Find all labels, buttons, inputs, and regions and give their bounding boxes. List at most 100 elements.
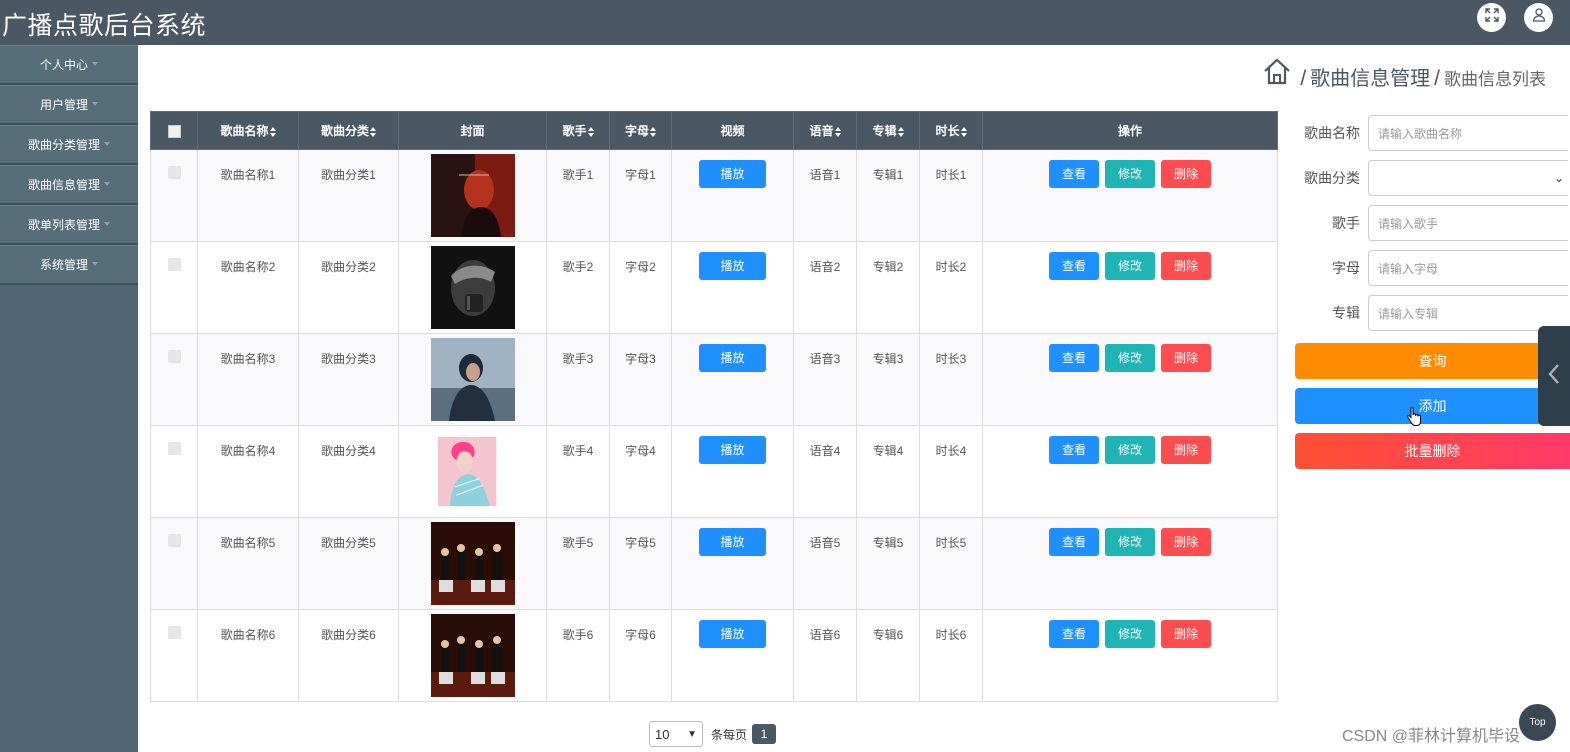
user-icon [1531,7,1547,28]
video-cell: 播放 [671,149,794,242]
song-category-select[interactable]: ⌄ [1368,160,1568,196]
add-button[interactable]: 添加 [1295,388,1570,424]
language-cell: 语音1 [793,149,857,242]
play-button[interactable]: 播放 [699,344,766,372]
row-checkbox[interactable] [167,534,181,547]
cover-image[interactable] [437,430,508,513]
page-size-value: 10 [655,726,670,742]
video-cell: 播放 [671,517,794,610]
row-select-cell [150,517,198,610]
column-header-album[interactable]: 专辑 [856,111,920,150]
edit-button[interactable]: 修改 [1105,160,1155,188]
ops-cell: 查看 修改 删除 [982,333,1278,426]
row-checkbox[interactable] [167,350,181,363]
row-checkbox[interactable] [167,258,181,271]
page-size-select[interactable]: 10 ▼ [649,721,703,747]
column-header-language[interactable]: 语音 [793,111,857,150]
sort-icon[interactable] [370,126,376,137]
view-button[interactable]: 查看 [1049,620,1099,648]
batch-delete-button[interactable]: 批量删除 [1295,433,1570,469]
pagination: 10 ▼ 条每页 1 [649,721,777,747]
singer-cell: 歌手4 [546,425,610,518]
column-header-name[interactable]: 歌曲名称 [197,111,299,150]
album-cell: 专辑6 [856,609,920,702]
select-all-checkbox[interactable] [167,124,181,138]
view-button[interactable]: 查看 [1049,252,1099,280]
video-cell: 播放 [671,425,794,518]
page-number-current[interactable]: 1 [752,724,777,744]
caret-down-icon [92,62,98,66]
row-checkbox[interactable] [167,626,181,639]
letter-cell: 字母3 [609,333,672,426]
sort-icon[interactable] [834,126,841,137]
delete-button[interactable]: 删除 [1161,436,1211,464]
sort-icon[interactable] [269,126,276,137]
sort-icon[interactable] [960,126,967,137]
view-button[interactable]: 查看 [1049,528,1099,556]
play-button[interactable]: 播放 [699,436,766,464]
language-cell: 语音3 [793,333,857,426]
sidebar-item-label: 系统管理 [39,257,88,272]
breadcrumb-item-song-info-management[interactable]: 歌曲信息管理 [1310,62,1430,91]
play-button[interactable]: 播放 [699,528,766,556]
delete-button[interactable]: 删除 [1161,160,1211,188]
edit-button[interactable]: 修改 [1105,344,1155,372]
sidebar-item-personal-center[interactable]: 个人中心 [0,45,138,85]
delete-button[interactable]: 删除 [1161,528,1211,556]
view-button[interactable]: 查看 [1049,436,1099,464]
song-category-label: 歌曲分类 [1304,170,1360,186]
cover-image[interactable] [430,522,515,605]
play-button[interactable]: 播放 [699,160,766,188]
sidebar-item-user-management[interactable]: 用户管理 [0,85,138,125]
row-select-cell [150,241,198,334]
sidebar-item-label: 歌曲分类管理 [27,137,100,152]
edit-button[interactable]: 修改 [1105,436,1155,464]
delete-button[interactable]: 删除 [1161,252,1211,280]
edit-button[interactable]: 修改 [1105,528,1155,556]
fullscreen-button[interactable] [1477,3,1506,32]
sidebar-item-system-management[interactable]: 系统管理 [0,245,138,285]
sidebar-item-song-category-management[interactable]: 歌曲分类管理 [0,125,138,165]
edit-button[interactable]: 修改 [1105,252,1155,280]
user-button[interactable] [1524,3,1553,32]
delete-button[interactable]: 删除 [1161,344,1211,372]
sidebar-item-song-info-management[interactable]: 歌曲信息管理 [0,165,138,205]
sort-icon[interactable] [650,126,656,137]
select-all-header[interactable] [150,111,198,150]
cover-image[interactable] [430,246,515,329]
play-button[interactable]: 播放 [699,252,766,280]
cover-image[interactable] [430,154,515,237]
column-header-ops: 操作 [982,111,1278,150]
sidebar-item-playlist-management[interactable]: 歌单列表管理 [0,205,138,245]
sort-icon[interactable] [897,126,904,137]
view-button[interactable]: 查看 [1049,160,1099,188]
sort-icon[interactable] [587,126,594,137]
delete-button[interactable]: 删除 [1161,620,1211,648]
song-name-cell: 歌曲名称5 [197,517,299,610]
column-header-duration[interactable]: 时长 [919,111,983,150]
home-icon[interactable] [1262,56,1292,91]
table-row: 歌曲名称6 歌曲分类6 歌手6 字母6 播放 语音6 专辑6 时长6 查看 修改删… [150,609,1278,702]
album-input[interactable]: 请输入专辑 [1368,295,1568,331]
play-button[interactable]: 播放 [699,620,766,648]
query-button[interactable]: 查询 [1295,343,1570,379]
song-name-input[interactable]: 请输入歌曲名称 [1368,115,1568,151]
song-name-label: 歌曲名称 [1304,125,1360,141]
table-row: 歌曲名称2 歌曲分类2 歌手2 字母2 播放 语音2 专辑2 时长2 查看 修改删… [150,241,1278,334]
singer-input[interactable]: 请输入歌手 [1368,205,1568,241]
duration-cell: 时长6 [919,609,983,702]
edit-button[interactable]: 修改 [1105,620,1155,648]
side-panel-toggle[interactable] [1538,326,1570,426]
row-checkbox[interactable] [167,166,181,179]
cover-image[interactable] [430,338,515,421]
column-header-category[interactable]: 歌曲分类 [298,111,399,150]
column-header-letter[interactable]: 字母 [609,111,672,150]
row-checkbox[interactable] [167,442,181,455]
column-header-singer[interactable]: 歌手 [546,111,610,150]
back-to-top-button[interactable]: Top [1519,704,1556,741]
letter-cell: 字母5 [609,517,672,610]
view-button[interactable]: 查看 [1049,344,1099,372]
cover-image[interactable] [430,614,515,697]
letter-input[interactable]: 请输入字母 [1368,250,1568,286]
letter-label: 字母 [1332,260,1360,276]
